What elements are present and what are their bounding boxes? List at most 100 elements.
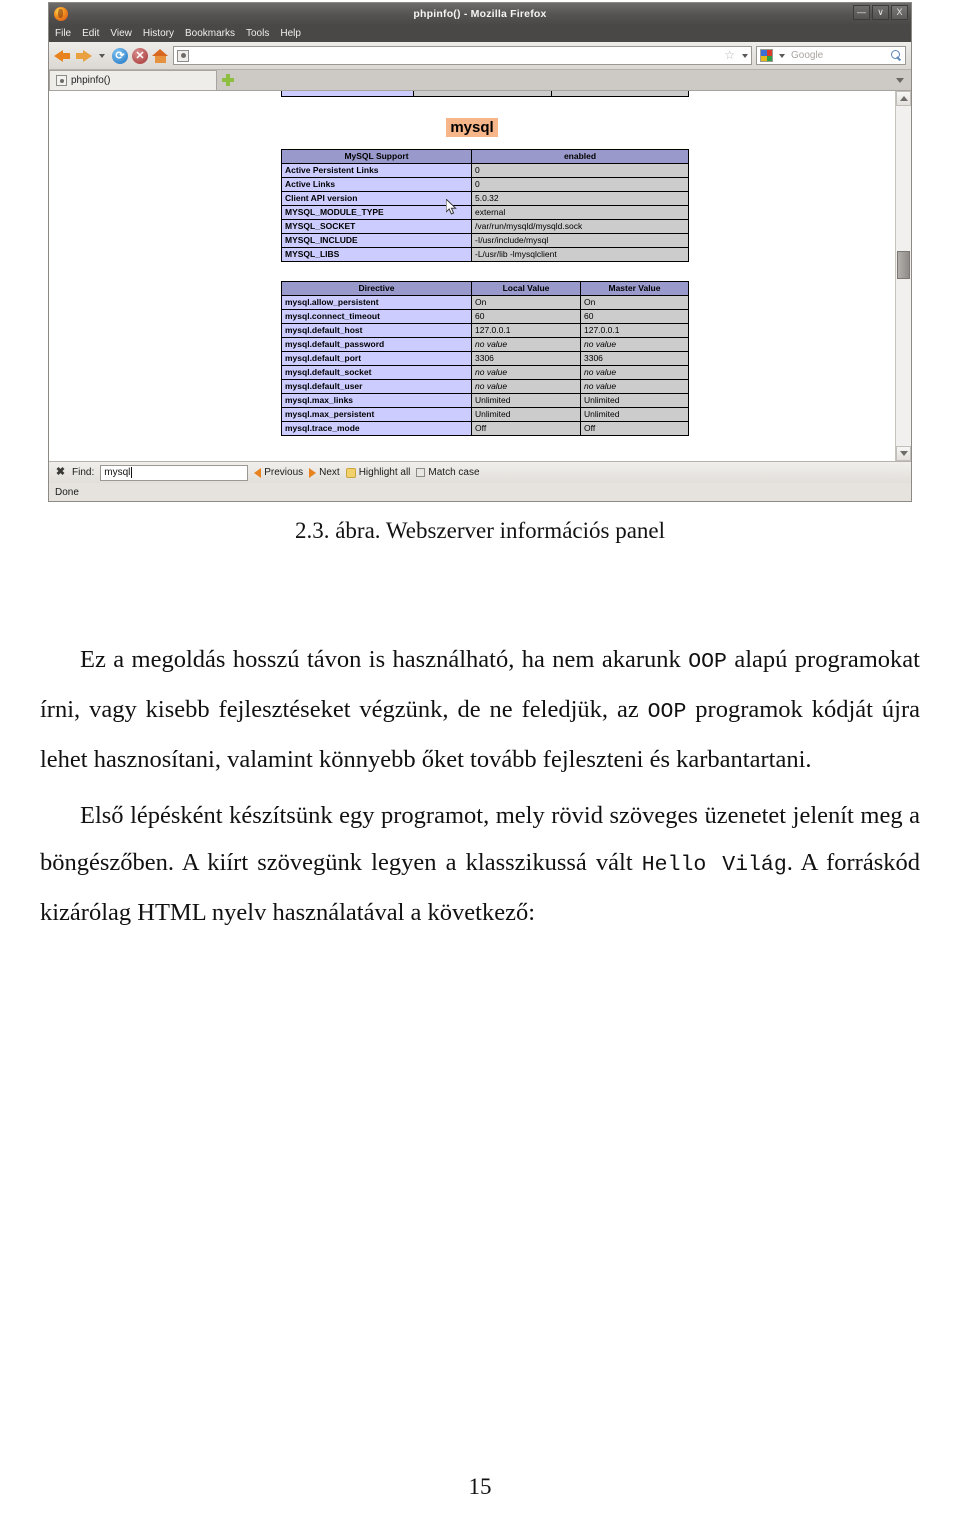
- scroll-up-button[interactable]: [896, 91, 911, 106]
- support-row-value: 0: [471, 163, 689, 178]
- search-engine-dropdown-icon[interactable]: [779, 53, 785, 58]
- support-row-value: 0: [471, 177, 689, 192]
- url-bar[interactable]: ☆: [173, 46, 752, 65]
- table-row: Client API version 5.0.32: [281, 191, 689, 206]
- directive-row-name: mysql.max_persistent: [281, 407, 472, 422]
- support-row-key: MYSQL_INCLUDE: [281, 233, 472, 248]
- directive-row-master: no value: [580, 365, 689, 380]
- figure-screenshot: phpinfo() - Mozilla Firefox — ∨ X File E…: [48, 2, 912, 502]
- status-bar: Done: [49, 483, 911, 501]
- directive-row-name: mysql.connect_timeout: [281, 309, 472, 324]
- menu-item-file[interactable]: File: [55, 28, 71, 39]
- table-header-row: MySQL Support enabled: [281, 149, 689, 164]
- menu-item-bookmarks[interactable]: Bookmarks: [185, 28, 235, 39]
- next-arrow-icon: [309, 467, 317, 478]
- tab-label: phpinfo(): [71, 75, 111, 86]
- page-favicon-icon: [177, 49, 189, 62]
- google-icon[interactable]: [760, 49, 773, 62]
- search-bar[interactable]: Google: [756, 46, 906, 65]
- support-row-key: MYSQL_MODULE_TYPE: [281, 205, 472, 220]
- support-row-value: 5.0.32: [471, 191, 689, 206]
- highlight-icon: [345, 467, 356, 478]
- table-row: Active Links 0: [281, 177, 689, 192]
- star-icon[interactable]: ☆: [724, 48, 735, 63]
- directive-row-master: On: [580, 295, 689, 310]
- directive-header-directive: Directive: [281, 281, 472, 296]
- menu-item-tools[interactable]: Tools: [246, 28, 269, 39]
- directive-row-master: 60: [580, 309, 689, 324]
- menu-item-history[interactable]: History: [143, 28, 174, 39]
- firefox-logo-icon: [54, 7, 68, 21]
- stop-icon[interactable]: ✕: [132, 47, 148, 64]
- support-row-value: /var/run/mysqld/mysqld.sock: [471, 219, 689, 234]
- paragraph-1: Ez a megoldás hosszú távon is használhat…: [40, 636, 920, 783]
- directive-row-name: mysql.default_password: [281, 337, 472, 352]
- menu-item-edit[interactable]: Edit: [82, 28, 99, 39]
- directive-row-master: Off: [580, 421, 689, 436]
- clipped-table-above: [281, 91, 689, 97]
- highlight-all-label: Highlight all: [358, 467, 411, 478]
- directive-row-name: mysql.default_port: [281, 351, 472, 366]
- find-bar: ✖ Find: mysql Previous Next Highlight al…: [49, 462, 911, 483]
- p1-part1: Ez a megoldás hosszú távon is használhat…: [80, 646, 689, 673]
- close-icon[interactable]: ✖: [55, 467, 66, 478]
- page-section-title: mysql: [49, 118, 895, 137]
- figure-caption: 2.3. ábra. Webszerver információs panel: [294, 518, 666, 543]
- table-row: Active Persistent Links 0: [281, 163, 689, 178]
- menu-bar: File Edit View History Bookmarks Tools H…: [49, 25, 911, 42]
- close-button[interactable]: X: [891, 5, 908, 20]
- support-row-value: -L/usr/lib -lmysqlclient: [471, 247, 689, 262]
- content-viewport: mysql MySQL Support enabled Active Persi…: [49, 91, 911, 462]
- directive-row-local: Unlimited: [471, 393, 581, 408]
- minimize-button[interactable]: —: [853, 5, 870, 20]
- vertical-scrollbar[interactable]: [895, 91, 911, 461]
- back-arrow-icon[interactable]: [54, 47, 71, 64]
- directive-row-local: no value: [471, 337, 581, 352]
- firefox-window: phpinfo() - Mozilla Firefox — ∨ X File E…: [48, 2, 912, 502]
- table-row: MYSQL_INCLUDE -I/usr/include/mysql: [281, 233, 689, 248]
- checkbox-icon: [416, 468, 426, 477]
- directive-header-master: Master Value: [580, 281, 689, 296]
- directive-row-local: Off: [471, 421, 581, 436]
- directive-row-local: no value: [471, 365, 581, 380]
- match-case-checkbox[interactable]: Match case: [416, 467, 480, 478]
- directive-row-local: 60: [471, 309, 581, 324]
- directive-header-local: Local Value: [471, 281, 581, 296]
- window-controls: — ∨ X: [853, 5, 908, 20]
- home-icon[interactable]: [152, 48, 169, 64]
- find-previous-label: Previous: [264, 467, 304, 478]
- maximize-button[interactable]: ∨: [872, 5, 889, 20]
- p1-mono2: OOP: [647, 700, 687, 724]
- menu-item-help[interactable]: Help: [280, 28, 301, 39]
- directive-row-name: mysql.allow_persistent: [281, 295, 472, 310]
- support-row-key: Active Persistent Links: [281, 163, 472, 178]
- tab-list-chevron-down-icon[interactable]: [896, 78, 904, 83]
- find-previous-button[interactable]: Previous: [254, 467, 303, 478]
- scroll-down-button[interactable]: [896, 446, 911, 461]
- tab-strip: phpinfo(): [49, 70, 911, 91]
- p1-mono1: OOP: [688, 650, 727, 674]
- tab-phpinfo[interactable]: phpinfo(): [49, 70, 217, 90]
- find-input[interactable]: mysql: [100, 464, 249, 481]
- support-row-value: -I/usr/include/mysql: [471, 233, 689, 248]
- directive-row-master: Unlimited: [580, 407, 689, 422]
- highlight-all-button[interactable]: Highlight all: [345, 467, 411, 478]
- new-tab-button[interactable]: [217, 70, 239, 90]
- reload-icon[interactable]: ⟳: [112, 47, 128, 64]
- url-dropdown-icon[interactable]: [742, 53, 748, 58]
- magnifier-icon[interactable]: [891, 50, 902, 61]
- mysql-directive-table: Directive Local Value Master Value mysql…: [281, 281, 689, 436]
- menu-item-view[interactable]: View: [110, 28, 132, 39]
- scrollbar-thumb[interactable]: [897, 251, 910, 279]
- chevron-down-icon[interactable]: [99, 53, 105, 58]
- window-titlebar: phpinfo() - Mozilla Firefox — ∨ X: [49, 3, 911, 25]
- directive-row-master: 3306: [580, 351, 689, 366]
- find-next-button[interactable]: Next: [309, 467, 340, 478]
- table-row: mysql.max_persistent Unlimited Unlimited: [281, 407, 689, 422]
- table-row: MYSQL_MODULE_TYPE external: [281, 205, 689, 220]
- match-case-label: Match case: [428, 467, 480, 478]
- forward-arrow-icon[interactable]: [75, 47, 92, 64]
- table-row: mysql.connect_timeout 60 60: [281, 309, 689, 324]
- support-row-key: MYSQL_LIBS: [281, 247, 472, 262]
- search-input[interactable]: Google: [791, 50, 888, 61]
